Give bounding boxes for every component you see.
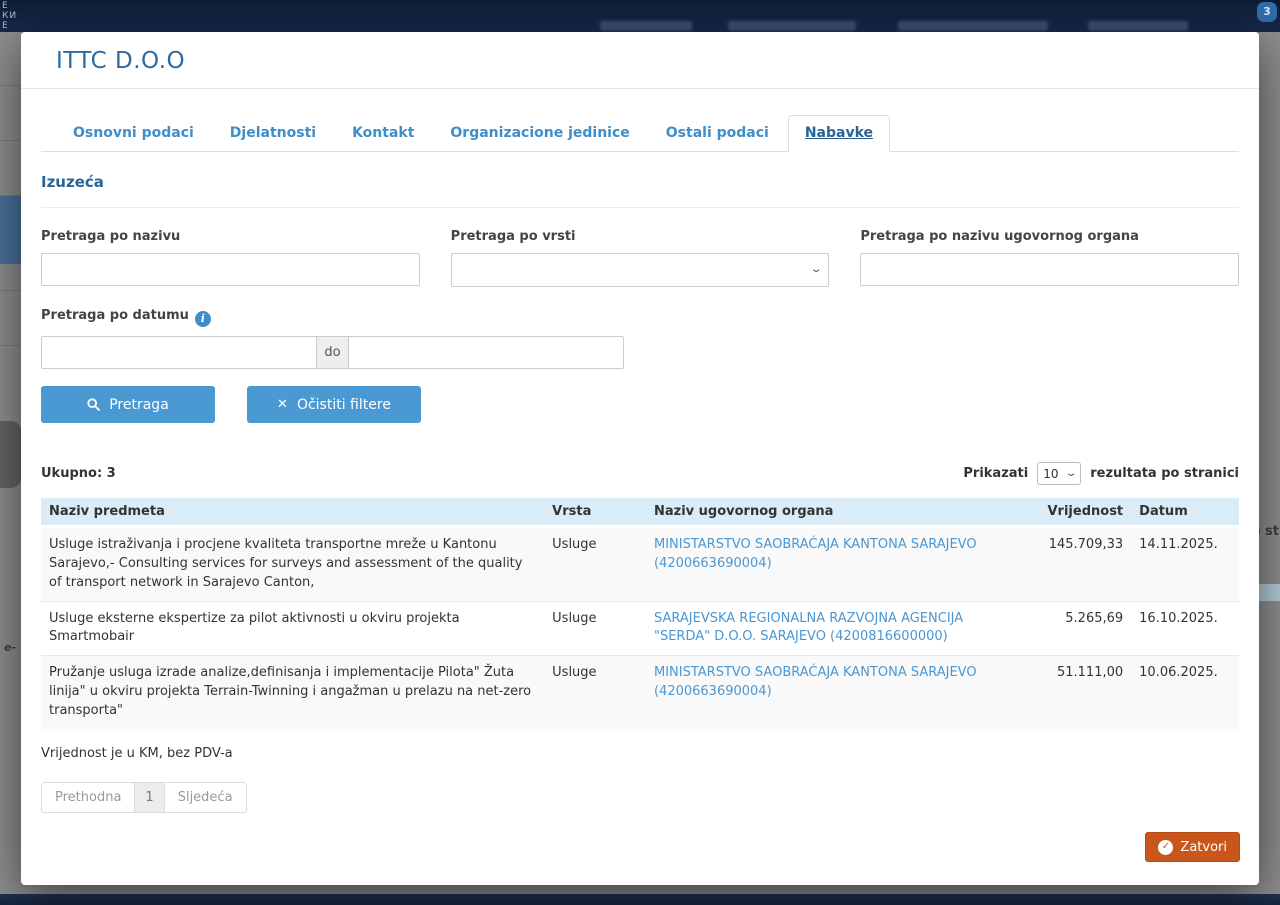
tab-ostali-podaci[interactable]: Ostali podaci <box>649 115 786 152</box>
backdrop-row-divider <box>0 345 21 346</box>
tab-nabavke[interactable]: Nabavke <box>788 115 890 152</box>
cell-vrijednost: 5.265,69 <box>1011 601 1131 656</box>
section-divider <box>41 207 1239 208</box>
results-bar: Ukupno: 3 Prikazati 10 ⌄ rezultata po st… <box>41 462 1239 485</box>
filter-name: Pretraga po nazivu <box>41 229 420 287</box>
info-icon[interactable]: i <box>195 311 211 327</box>
backdrop-selected-row <box>0 196 21 264</box>
clear-filters-label: Očistiti filtere <box>297 397 391 413</box>
col-header-organ: Naziv ugovornog organa <box>646 498 1011 527</box>
filter-actions: Pretraga ✕ Očistiti filtere <box>41 386 1239 423</box>
cell-vrsta: Usluge <box>544 527 646 602</box>
filter-date: Pretraga po datumu i do <box>41 308 1239 369</box>
date-search-label: Pretraga po datumu i <box>41 308 1239 327</box>
backdrop-nav-item <box>728 21 856 31</box>
per-page-control: Prikazati 10 ⌄ rezultata po stranici <box>963 462 1239 485</box>
tab-djelatnosti[interactable]: Djelatnosti <box>213 115 333 152</box>
table-header-row: Naziv predmeta Vrsta Naziv ugovornog org… <box>41 498 1239 527</box>
org-link[interactable]: SARAJEVSKA REGIONALNA RAZVOJNA AGENCIJA … <box>654 611 963 645</box>
close-button[interactable]: ✓ Zatvori <box>1145 832 1240 862</box>
backdrop-table-header-fragment <box>1259 584 1280 601</box>
value-footnote: Vrijednost je u KM, bez PDV-a <box>41 746 1239 761</box>
tab-panel-nabavke: Izuzeća Pretraga po nazivu Pretraga po v… <box>21 152 1259 813</box>
backdrop-nav-item <box>1088 21 1188 31</box>
filter-organ: Pretraga po nazivu ugovornog organa <box>860 229 1239 287</box>
table-row: Pružanje usluga izrade analize,definisan… <box>41 656 1239 729</box>
col-header-naziv: Naziv predmeta <box>41 498 544 527</box>
chevron-down-icon: ⌄ <box>1064 469 1077 479</box>
name-search-label: Pretraga po nazivu <box>41 229 420 244</box>
close-button-label: Zatvori <box>1180 840 1227 855</box>
tab-bar: Osnovni podaci Djelatnosti Kontakt Organ… <box>41 115 1239 152</box>
per-page-prefix: Prikazati <box>963 466 1028 481</box>
date-separator: do <box>316 336 349 369</box>
search-button-label: Pretraga <box>109 397 169 413</box>
backdrop-dark-panel <box>0 421 21 488</box>
date-from-input[interactable] <box>41 336 317 369</box>
type-select[interactable]: ⌄ <box>451 253 830 287</box>
per-page-suffix: rezultata po stranici <box>1090 466 1239 481</box>
backdrop-logo-text: e- <box>4 641 16 654</box>
backdrop-row-divider <box>0 140 21 141</box>
col-header-vrijednost: Vrijednost <box>1011 498 1131 527</box>
modal-header: ITTC D.O.O <box>21 32 1259 89</box>
table-row: Usluge eksterne ekspertize za pilot akti… <box>41 601 1239 656</box>
results-table: Naziv predmeta Vrsta Naziv ugovornog org… <box>41 498 1239 729</box>
tab-osnovni-podaci[interactable]: Osnovni podaci <box>56 115 211 152</box>
pagination-next-button[interactable]: Sljedeća <box>164 782 247 813</box>
clear-filters-button[interactable]: ✕ Očistiti filtere <box>247 386 421 423</box>
date-range-group: do <box>41 336 1239 369</box>
col-header-datum: Datum <box>1131 498 1239 527</box>
total-count: Ukupno: 3 <box>41 466 116 481</box>
notification-badge[interactable]: 3 <box>1257 2 1277 22</box>
cell-datum: 14.11.2025. <box>1131 527 1239 602</box>
backdrop-navbar: Е КИ Е 3 <box>0 0 1280 32</box>
pagination-current-page[interactable]: 1 <box>135 782 163 813</box>
modal-footer: ✓ Zatvori <box>21 832 1259 885</box>
organ-search-input[interactable] <box>860 253 1239 286</box>
company-details-modal: ITTC D.O.O Osnovni podaci Djelatnosti Ko… <box>21 32 1259 885</box>
backdrop-nav-item <box>898 21 1048 31</box>
per-page-select[interactable]: 10 ⌄ <box>1037 462 1081 485</box>
clear-icon: ✕ <box>277 398 288 411</box>
filter-row: Pretraga po nazivu Pretraga po vrsti ⌄ P… <box>41 229 1239 287</box>
backdrop-logo-fragment: Е КИ Е <box>2 1 17 31</box>
table-row: Usluge istraživanja i procjene kvaliteta… <box>41 527 1239 602</box>
cell-naziv: Usluge eksterne ekspertize za pilot akti… <box>41 601 544 656</box>
backdrop-row-divider <box>0 85 21 86</box>
cell-vrijednost: 145.709,33 <box>1011 527 1131 602</box>
cell-vrijednost: 51.111,00 <box>1011 656 1131 729</box>
cell-datum: 10.06.2025. <box>1131 656 1239 729</box>
search-icon <box>87 398 100 411</box>
tab-kontakt[interactable]: Kontakt <box>335 115 431 152</box>
pagination: Prethodna 1 Sljedeća <box>41 782 247 813</box>
organ-search-label: Pretraga po nazivu ugovornog organa <box>860 229 1239 244</box>
page-title: ITTC D.O.O <box>56 48 1224 74</box>
cell-vrsta: Usluge <box>544 601 646 656</box>
cell-datum: 16.10.2025. <box>1131 601 1239 656</box>
date-to-input[interactable] <box>348 336 624 369</box>
per-page-value: 10 <box>1043 467 1058 481</box>
backdrop-row-divider <box>0 290 21 291</box>
cell-naziv: Usluge istraživanja i procjene kvaliteta… <box>41 527 544 602</box>
filter-type: Pretraga po vrsti ⌄ <box>451 229 830 287</box>
section-title-izuzeca: Izuzeća <box>41 173 1239 191</box>
pagination-prev-button[interactable]: Prethodna <box>41 782 135 813</box>
name-search-input[interactable] <box>41 253 420 286</box>
cell-vrsta: Usluge <box>544 656 646 729</box>
backdrop-nav-item <box>600 21 692 31</box>
chevron-down-icon: ⌄ <box>809 265 822 275</box>
type-search-label: Pretraga po vrsti <box>451 229 830 244</box>
org-link[interactable]: MINISTARSTVO SAOBRAĆAJA KANTONA SARAJEVO… <box>654 665 977 699</box>
org-link[interactable]: MINISTARSTVO SAOBRAĆAJA KANTONA SARAJEVO… <box>654 537 977 571</box>
date-search-label-text: Pretraga po datumu <box>41 308 189 323</box>
tab-organizacione-jedinice[interactable]: Organizacione jedinice <box>433 115 646 152</box>
backdrop-footer-bar <box>0 894 1280 905</box>
col-header-vrsta: Vrsta <box>544 498 646 527</box>
search-button[interactable]: Pretraga <box>41 386 215 423</box>
check-icon: ✓ <box>1158 840 1173 855</box>
cell-naziv: Pružanje usluga izrade analize,definisan… <box>41 656 544 729</box>
